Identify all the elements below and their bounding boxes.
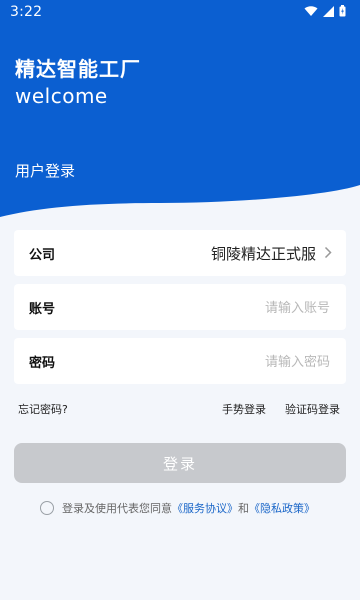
login-button[interactable]: 登录 bbox=[14, 443, 346, 483]
password-row: 密码 bbox=[14, 338, 346, 384]
sms-login-link[interactable]: 验证码登录 bbox=[285, 401, 340, 417]
forgot-password-link[interactable]: 忘记密码? bbox=[18, 401, 68, 417]
agreement-prefix: 登录及使用代表您同意 bbox=[62, 502, 172, 515]
status-bar: 3:22 bbox=[0, 0, 360, 24]
status-time: 3:22 bbox=[10, 4, 43, 20]
chevron-right-icon bbox=[324, 246, 332, 259]
signal-icon bbox=[323, 5, 334, 17]
header-banner: 3:22 精达智能工厂 welcome 用户登录 bbox=[0, 0, 360, 232]
company-selector[interactable]: 公司 铜陵精达正式服 bbox=[14, 230, 346, 276]
wifi-icon bbox=[304, 6, 318, 16]
gesture-login-link[interactable]: 手势登录 bbox=[222, 401, 266, 417]
privacy-policy-link[interactable]: 《隐私政策》 bbox=[249, 500, 315, 516]
company-value: 铜陵精达正式服 bbox=[210, 245, 316, 263]
welcome-text: welcome bbox=[15, 84, 108, 108]
battery-icon bbox=[339, 5, 346, 17]
header-background bbox=[0, 0, 360, 217]
agreement-checkbox[interactable] bbox=[40, 501, 54, 515]
status-icons bbox=[304, 5, 346, 17]
service-agreement-link[interactable]: 《服务协议》 bbox=[172, 500, 238, 516]
agreement-and: 和 bbox=[238, 502, 249, 515]
company-label: 公司 bbox=[29, 248, 56, 263]
login-section-label: 用户登录 bbox=[15, 162, 76, 180]
agreement-row: 登录及使用代表您同意 《服务协议》 和 《隐私政策》 bbox=[40, 500, 315, 516]
app-title: 精达智能工厂 bbox=[15, 57, 141, 81]
account-label: 账号 bbox=[29, 302, 56, 317]
password-input[interactable] bbox=[128, 347, 332, 377]
account-row: 账号 bbox=[14, 284, 346, 330]
account-input[interactable] bbox=[128, 293, 332, 323]
password-label: 密码 bbox=[29, 356, 56, 371]
